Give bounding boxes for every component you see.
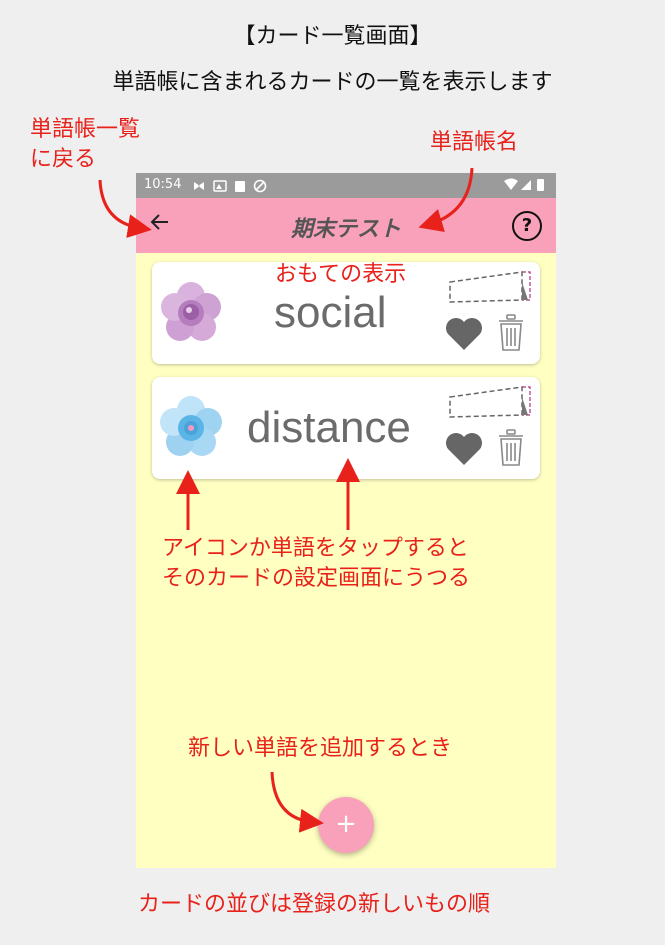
annotation-tap: アイコンか単語をタップすると そのカードの設定画面にうつる — [162, 534, 470, 594]
deck-title: 期末テスト — [290, 217, 401, 242]
status-notification-icons — [194, 179, 267, 193]
heart-icon[interactable] — [444, 431, 484, 467]
question-circle-icon[interactable]: ? — [512, 211, 542, 241]
blue-flower-icon[interactable] — [158, 395, 224, 461]
trash-icon[interactable] — [497, 429, 525, 467]
annotation-back: 単語帳一覧 に戻る — [30, 115, 140, 175]
heart-icon[interactable] — [444, 316, 484, 352]
status-system-icons — [504, 178, 544, 191]
page-title: 【カード一覧画面】 — [233, 24, 432, 49]
status-bar: 10:54 — [136, 173, 556, 198]
card-word[interactable]: social — [274, 288, 387, 338]
bookmark-outline-icon[interactable] — [448, 385, 532, 419]
purple-rose-icon[interactable] — [158, 280, 224, 346]
trash-icon[interactable] — [497, 314, 525, 352]
annotation-back-line1: 単語帳一覧 — [30, 117, 141, 142]
status-time: 10:54 — [144, 177, 182, 192]
annotation-front-display: おもての表示 — [275, 262, 407, 287]
app-bar: 期末テスト ? — [136, 198, 556, 253]
card-distance[interactable]: distance — [152, 377, 540, 479]
page-subtitle: 単語帳に含まれるカードの一覧を表示します — [112, 70, 553, 95]
bookmark-outline-icon[interactable] — [448, 270, 532, 304]
annotation-tap-line1: アイコンか単語をタップすると — [162, 536, 469, 561]
annotation-deck-name: 単語帳名 — [430, 130, 519, 155]
card-word[interactable]: distance — [247, 403, 411, 453]
add-card-button[interactable]: + — [318, 797, 374, 853]
arrow-to-back — [98, 179, 152, 238]
annotation-order-note: カードの並びは登録の新しいもの順 — [138, 892, 491, 917]
annotation-tap-line2: そのカードの設定画面にうつる — [162, 566, 471, 591]
annotation-back-line2: に戻る — [30, 147, 97, 172]
annotation-add-word: 新しい単語を追加するとき — [188, 736, 453, 761]
